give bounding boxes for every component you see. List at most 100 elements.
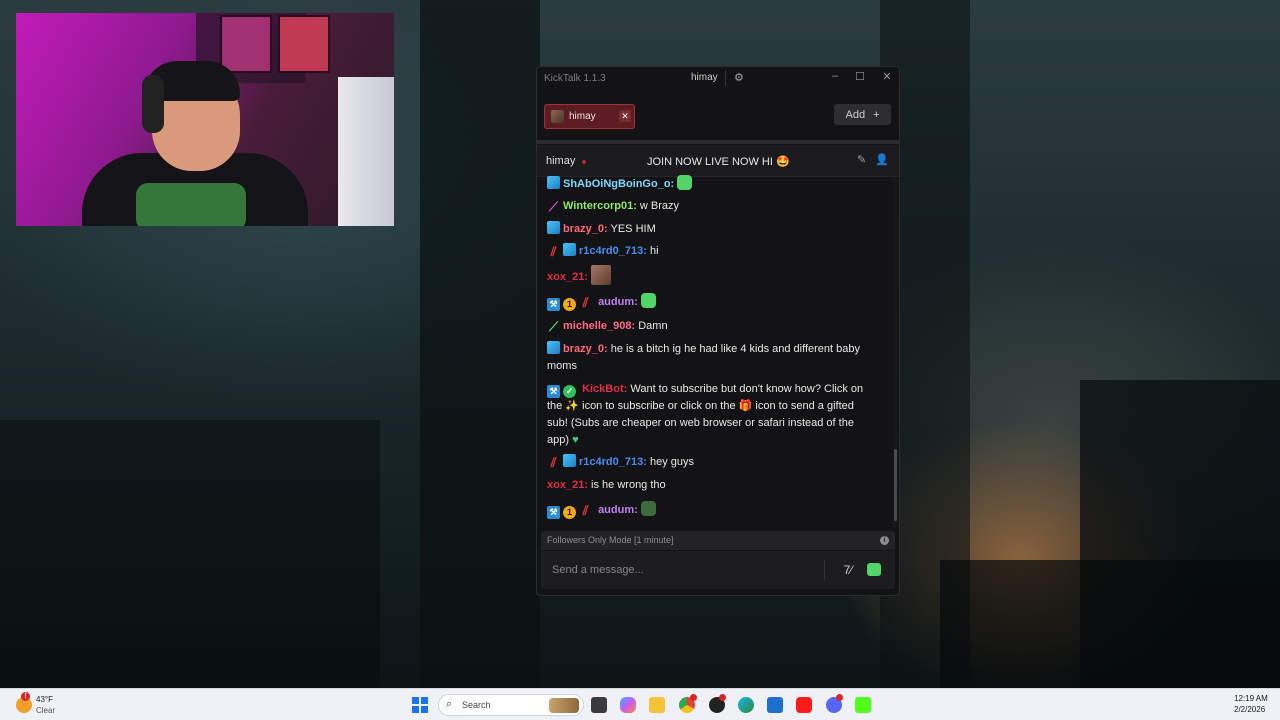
title-separator bbox=[725, 70, 726, 86]
gifter-badge-icon: ⫽ bbox=[550, 244, 557, 259]
message-username[interactable]: ShAbOiNgBoinGo_o: bbox=[563, 178, 674, 190]
pin-icon[interactable]: ✎ bbox=[857, 153, 866, 166]
channel-avatar bbox=[551, 110, 564, 123]
chat-message: ⟋ michelle_908: Damn bbox=[547, 318, 877, 335]
stream-title: JOIN NOW LIVE NOW HI 🤩 bbox=[647, 156, 790, 168]
store-icon[interactable] bbox=[767, 697, 783, 713]
message-text-part: icon to subscribe or click on the bbox=[582, 400, 736, 412]
verified-badge-icon: ✓ bbox=[563, 385, 576, 398]
live-indicator bbox=[582, 160, 586, 164]
emote-icon bbox=[640, 501, 656, 516]
message-text: w Brazy bbox=[639, 200, 680, 212]
founder-badge-icon: 1 bbox=[563, 506, 576, 519]
kick-icon[interactable] bbox=[855, 697, 871, 713]
message-username[interactable]: audum: bbox=[598, 504, 638, 516]
message-username[interactable]: brazy_0: bbox=[563, 223, 608, 235]
chat-message: xox_21: bbox=[547, 265, 877, 286]
message-username[interactable]: r1c4rd0_713: bbox=[579, 456, 647, 468]
taskbar-search[interactable]: ⌕ Search bbox=[438, 694, 584, 716]
message-text: hi bbox=[649, 245, 659, 257]
tab-close-icon[interactable]: ✕ bbox=[619, 110, 631, 122]
message-username[interactable]: Wintercorp01: bbox=[563, 200, 637, 212]
gifter-badge-icon: ⫽ bbox=[582, 503, 589, 518]
message-username[interactable]: r1c4rd0_713: bbox=[579, 245, 647, 257]
gear-icon[interactable]: ⚙ bbox=[734, 71, 744, 84]
chat-message: ⚒ ✓ KickBot: Want to subscribe but don't … bbox=[547, 381, 877, 449]
7tv-emote-icon[interactable]: 7⁄ bbox=[837, 560, 859, 580]
message-input-bar: Send a message... 7⁄ bbox=[541, 551, 895, 589]
close-button[interactable]: ✕ bbox=[878, 70, 896, 83]
chat-message: ⚒ 1 ⫽ audum: bbox=[547, 501, 877, 519]
message-text: is he wrong tho bbox=[591, 479, 666, 491]
weather-condition[interactable]: Clear bbox=[36, 706, 55, 715]
search-label: Search bbox=[462, 700, 491, 710]
message-input[interactable]: Send a message... bbox=[552, 564, 644, 576]
info-icon[interactable]: i bbox=[880, 536, 889, 545]
add-label: Add bbox=[845, 108, 866, 121]
message-text: hey guys bbox=[649, 456, 694, 468]
tab-label: himay bbox=[569, 111, 596, 122]
gifter-badge-icon: ⫽ bbox=[550, 455, 557, 470]
message-username[interactable]: KickBot: bbox=[582, 383, 627, 395]
message-username[interactable]: brazy_0: bbox=[563, 343, 608, 355]
subscriber-badge-icon bbox=[547, 341, 560, 354]
plus-icon: + bbox=[873, 108, 880, 121]
title-bar[interactable]: KickTalk 1.1.3 himay ⚙ – ☐ ✕ bbox=[537, 67, 899, 91]
gifter-badge-icon: ⫽ bbox=[582, 295, 589, 310]
chat-channel-name[interactable]: himay bbox=[546, 155, 575, 167]
chat-messages[interactable]: ShAbOiNgBoinGo_o: ⟋ Wintercorp01: w Brazy… bbox=[537, 175, 899, 529]
emote-icon bbox=[677, 175, 693, 190]
weather-temperature[interactable]: 43°F bbox=[36, 695, 53, 704]
vip-badge-icon: ⚒ bbox=[547, 506, 560, 519]
chat-message: ⟋ Wintercorp01: w Brazy bbox=[547, 198, 877, 215]
divider bbox=[537, 140, 899, 144]
sub-gifter-badge-icon: ⟋ bbox=[548, 319, 559, 334]
notification-dot-icon bbox=[690, 694, 697, 701]
message-text: YES HIM bbox=[610, 223, 656, 235]
app-title: KickTalk 1.1.3 bbox=[544, 73, 606, 84]
vip-badge-icon: ⚒ bbox=[547, 298, 560, 311]
message-username[interactable]: michelle_908: bbox=[563, 320, 635, 332]
youtube-icon[interactable] bbox=[796, 697, 812, 713]
message-username[interactable]: xox_21: bbox=[547, 479, 588, 491]
minimize-button[interactable]: – bbox=[826, 70, 844, 82]
notification-dot-icon bbox=[836, 694, 843, 701]
message-text: Damn bbox=[638, 320, 668, 332]
subscriber-badge-icon bbox=[547, 221, 560, 234]
heart-icon: ♥ bbox=[572, 434, 579, 446]
vip-badge-icon: ⚒ bbox=[547, 385, 560, 398]
emote-icon bbox=[640, 293, 656, 308]
title-username[interactable]: himay bbox=[691, 72, 718, 83]
chat-message: ⫽ r1c4rd0_713: hey guys bbox=[547, 454, 877, 471]
chat-message: brazy_0: YES HIM bbox=[547, 221, 877, 238]
clock-date[interactable]: 2/2/2026 bbox=[1234, 705, 1265, 714]
search-icon: ⌕ bbox=[446, 698, 453, 710]
edge-icon[interactable] bbox=[738, 697, 754, 713]
message-username[interactable]: audum: bbox=[598, 296, 638, 308]
webcam-feed bbox=[16, 13, 394, 226]
input-separator bbox=[824, 560, 825, 580]
add-chatroom-button[interactable]: Add + bbox=[834, 104, 891, 125]
chat-message: ⚒ 1 ⫽ audum: bbox=[547, 293, 877, 311]
maximize-button[interactable]: ☐ bbox=[851, 70, 869, 83]
start-button[interactable] bbox=[412, 697, 428, 713]
followers-only-text: Followers Only Mode [1 minute] bbox=[547, 535, 674, 545]
search-highlight-icon bbox=[549, 698, 579, 713]
kick-emote-icon[interactable] bbox=[867, 563, 881, 576]
copilot-icon[interactable] bbox=[620, 697, 636, 713]
kicktalk-window: KickTalk 1.1.3 himay ⚙ – ☐ ✕ himay ✕ Add… bbox=[536, 66, 900, 596]
chat-message: ShAbOiNgBoinGo_o: bbox=[547, 175, 877, 193]
user-icon[interactable]: 👤 bbox=[875, 153, 889, 166]
folder-icon[interactable] bbox=[649, 697, 665, 713]
task-view-icon[interactable] bbox=[591, 697, 607, 713]
message-username[interactable]: xox_21: bbox=[547, 271, 588, 283]
clock-time[interactable]: 12:19 AM bbox=[1234, 694, 1268, 703]
gift-icon: 🎁 bbox=[738, 400, 753, 412]
subscriber-badge-icon bbox=[563, 243, 576, 256]
chat-header: himay JOIN NOW LIVE NOW HI 🤩 ✎ 👤 bbox=[537, 145, 899, 177]
subscriber-badge-icon bbox=[563, 454, 576, 467]
tab-himay[interactable]: himay ✕ bbox=[544, 104, 635, 129]
scrollbar-thumb[interactable] bbox=[894, 449, 897, 521]
founder-badge-icon: 1 bbox=[563, 298, 576, 311]
emote-icon bbox=[591, 265, 612, 285]
